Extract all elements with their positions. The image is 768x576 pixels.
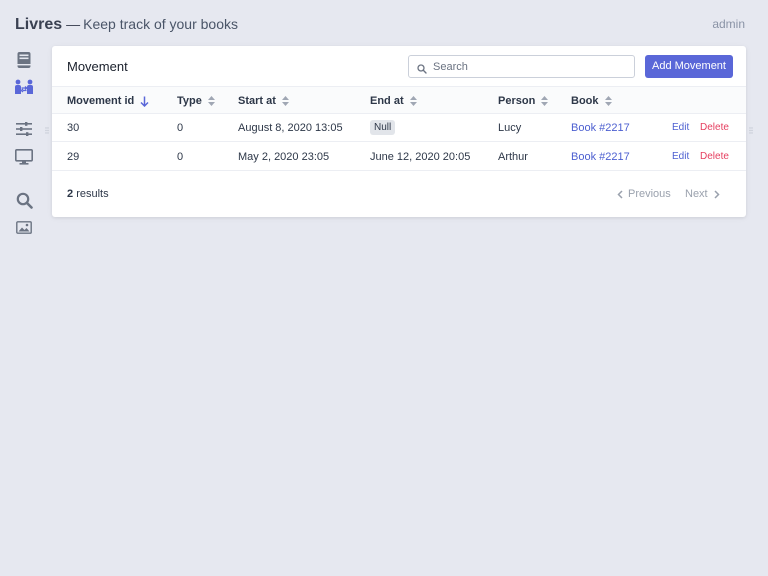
table-row[interactable]: 29 0 May 2, 2020 23:05 June 12, 2020 20:…: [52, 142, 746, 171]
panel-title: Movement: [67, 59, 128, 74]
app-tagline: Keep track of your books: [83, 16, 239, 32]
top-bar: Livres — Keep track of your books admin: [0, 0, 768, 46]
column-label: Type: [177, 95, 202, 107]
monitor-icon[interactable]: [12, 147, 36, 167]
user-menu[interactable]: admin: [712, 17, 745, 31]
column-label: Book: [571, 95, 599, 107]
movement-panel: Movement Add Movement Movement id Type S…: [52, 46, 746, 217]
sort-icon: [541, 96, 549, 106]
start-at-cell: August 8, 2020 13:05: [238, 122, 343, 134]
book-link[interactable]: Book #2217: [571, 151, 630, 163]
brand: Livres — Keep track of your books: [15, 14, 238, 35]
delete-link[interactable]: Delete: [700, 151, 729, 162]
app-name[interactable]: Livres: [15, 16, 62, 33]
person-cell: Arthur: [498, 151, 528, 163]
previous-page-button[interactable]: Previous: [617, 188, 671, 200]
search-input[interactable]: [433, 58, 629, 75]
column-label: End at: [370, 95, 404, 107]
edit-link[interactable]: Edit: [672, 122, 689, 133]
results-count: 2 results: [67, 188, 109, 200]
column-end-at[interactable]: End at: [370, 95, 417, 107]
resize-handle-left-icon[interactable]: [45, 127, 49, 134]
person-cell: Lucy: [498, 122, 522, 134]
sliders-icon[interactable]: [12, 119, 36, 139]
image-icon[interactable]: [12, 217, 36, 237]
results-label: results: [76, 188, 109, 200]
sort-icon: [281, 96, 289, 106]
book-icon[interactable]: [12, 50, 36, 70]
people-exchange-icon[interactable]: [12, 77, 36, 97]
type-cell: 0: [177, 122, 184, 134]
column-label: Start at: [238, 95, 276, 107]
sort-icon: [409, 96, 417, 106]
column-type[interactable]: Type: [177, 95, 215, 107]
table-header: Movement id Type Start at End at Person …: [52, 86, 746, 114]
chevron-left-icon: [617, 189, 623, 199]
null-badge: Null: [370, 120, 396, 135]
table-row[interactable]: 30 0 August 8, 2020 13:05 Null Lucy Book…: [52, 113, 746, 142]
end-at-cell: June 12, 2020 20:05: [370, 151, 471, 163]
movement-id-cell: 29: [67, 151, 80, 163]
column-person[interactable]: Person: [498, 95, 549, 107]
book-link[interactable]: Book #2217: [571, 122, 630, 134]
next-page-button[interactable]: Next: [685, 188, 720, 200]
start-at-cell: May 2, 2020 23:05: [238, 151, 330, 163]
type-cell: 0: [177, 151, 184, 163]
column-book[interactable]: Book: [571, 95, 612, 107]
resize-handle-right-icon[interactable]: [749, 127, 753, 134]
column-label: Person: [498, 95, 536, 107]
edit-link[interactable]: Edit: [672, 151, 689, 162]
movement-id-cell: 30: [67, 122, 80, 134]
sort-descending-icon: [140, 96, 149, 107]
chevron-right-icon: [714, 189, 720, 199]
sort-icon: [604, 96, 612, 106]
search-box[interactable]: [408, 55, 635, 78]
column-movement-id[interactable]: Movement id: [67, 95, 149, 107]
sort-icon: [207, 96, 215, 106]
search-field-icon: [417, 61, 427, 79]
previous-label: Previous: [628, 188, 671, 200]
brand-separator: —: [66, 16, 81, 32]
column-start-at[interactable]: Start at: [238, 95, 289, 107]
column-label: Movement id: [67, 95, 135, 107]
next-label: Next: [685, 188, 708, 200]
results-number: 2: [67, 188, 74, 200]
delete-link[interactable]: Delete: [700, 122, 729, 133]
add-movement-button[interactable]: Add Movement: [645, 55, 733, 78]
search-icon[interactable]: [12, 190, 36, 210]
